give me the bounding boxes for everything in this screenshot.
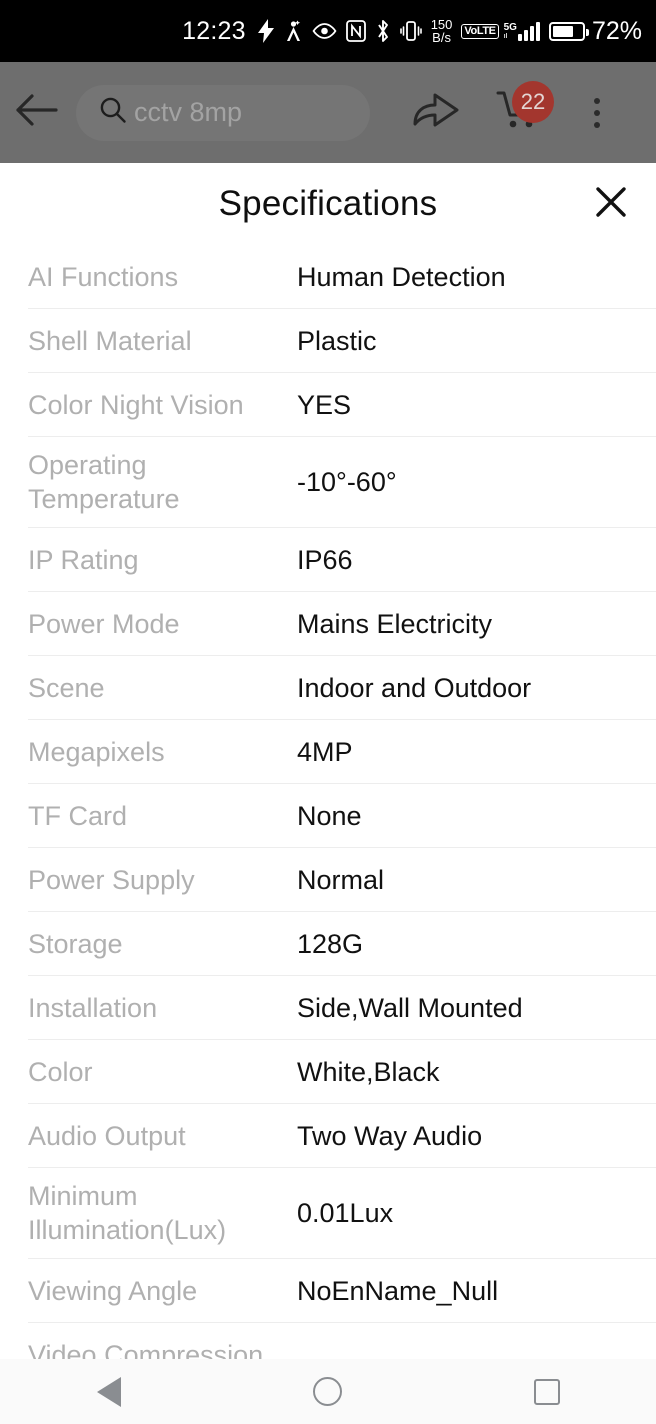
spec-row: Megapixels 4MP bbox=[28, 720, 656, 784]
back-button[interactable] bbox=[0, 93, 72, 132]
overflow-menu-button[interactable] bbox=[574, 97, 620, 128]
bluetooth-icon bbox=[375, 19, 391, 43]
vibrate-icon bbox=[399, 19, 422, 43]
nav-home-button[interactable] bbox=[273, 1359, 383, 1424]
circle-home-icon bbox=[313, 1377, 343, 1406]
spec-row: Power Supply Normal bbox=[28, 848, 656, 912]
spec-key: Video Compression bbox=[28, 1339, 264, 1360]
search-placeholder-text: cctv 8mp bbox=[134, 97, 243, 127]
spec-value: Plastic bbox=[297, 325, 377, 356]
spec-value: White,Black bbox=[297, 1056, 440, 1087]
square-recents-icon bbox=[533, 1378, 560, 1405]
spec-key: Color Night Vision bbox=[28, 389, 244, 420]
spec-value: NoEnName_Null bbox=[297, 1275, 499, 1306]
spec-row: Viewing Angle NoEnName_Null bbox=[28, 1259, 656, 1323]
spec-row: AI Functions Human Detection bbox=[28, 245, 656, 309]
status-time: 12:23 bbox=[182, 16, 246, 45]
app-toolbar: cctv 8mp 22 bbox=[0, 62, 656, 163]
specification-list: AI Functions Human Detection Shell Materia… bbox=[0, 245, 656, 1359]
spec-row: Storage 128G bbox=[28, 912, 656, 976]
battery-icon bbox=[548, 21, 589, 41]
signal-icon: 5G ıl bbox=[503, 21, 540, 41]
spec-row: Installation Side,Wall Mounted bbox=[28, 976, 656, 1040]
page-title: Specifications bbox=[218, 184, 438, 223]
spec-value: 0.01Lux bbox=[297, 1198, 394, 1228]
spec-row: Power Mode Mains Electricity bbox=[28, 592, 656, 656]
spec-key: Viewing Angle bbox=[28, 1275, 198, 1306]
spec-row: Audio Output Two Way Audio bbox=[28, 1104, 656, 1168]
nav-recents-button[interactable] bbox=[492, 1359, 602, 1424]
specifications-sheet: Specifications AI Functions Human Detecti… bbox=[0, 163, 656, 1359]
spec-key: TF Card bbox=[28, 800, 128, 831]
spec-row: Video Compression bbox=[28, 1323, 656, 1360]
share-button[interactable] bbox=[408, 89, 464, 136]
cart-badge: 22 bbox=[512, 81, 554, 123]
spec-key: Audio Output bbox=[28, 1120, 186, 1151]
spec-key: Minimum Illumination(Lux) bbox=[28, 1181, 227, 1245]
spec-row: IP Rating IP66 bbox=[28, 528, 656, 592]
spec-row: Color Night Vision YES bbox=[28, 373, 656, 437]
triangle-back-icon bbox=[97, 1376, 122, 1407]
flash-icon bbox=[257, 19, 275, 43]
data-rate-indicator: 150 B/s bbox=[431, 18, 453, 44]
spec-key: Scene bbox=[28, 672, 105, 703]
spec-value: Mains Electricity bbox=[297, 608, 493, 639]
battery-percent: 72% bbox=[591, 16, 642, 45]
search-input[interactable]: cctv 8mp bbox=[76, 84, 370, 141]
nfc-icon bbox=[345, 20, 366, 42]
spec-row: Scene Indoor and Outdoor bbox=[28, 656, 656, 720]
spec-key: Color bbox=[28, 1056, 93, 1087]
spec-row: TF Card None bbox=[28, 784, 656, 848]
share-icon bbox=[411, 89, 461, 136]
sheet-header: Specifications bbox=[0, 163, 656, 245]
spec-row: Operating Temperature -10°-60° bbox=[28, 437, 656, 528]
arrow-left-icon bbox=[14, 93, 58, 132]
spec-value: 128G bbox=[297, 928, 364, 959]
spec-key: Installation bbox=[28, 992, 158, 1023]
status-bar: 12:23 150 B/s VoLTE 5G ıl 72% bbox=[0, 0, 656, 62]
spec-value: Indoor and Outdoor bbox=[297, 672, 532, 703]
spec-key: Storage bbox=[28, 928, 123, 959]
spec-key: AI Functions bbox=[28, 261, 179, 292]
spec-key: Shell Material bbox=[28, 325, 192, 356]
spec-key: Megapixels bbox=[28, 736, 165, 767]
spec-key: Operating Temperature bbox=[28, 450, 180, 514]
spec-key: IP Rating bbox=[28, 544, 139, 575]
spec-key: Power Mode bbox=[28, 608, 180, 639]
close-button[interactable] bbox=[588, 181, 634, 227]
spec-value: -10°-60° bbox=[297, 467, 397, 497]
cart-button[interactable]: 22 bbox=[490, 81, 554, 136]
spec-value: None bbox=[297, 800, 362, 831]
volte-icon: VoLTE bbox=[461, 23, 499, 39]
spec-row: Shell Material Plastic bbox=[28, 309, 656, 373]
spec-value: Two Way Audio bbox=[297, 1120, 483, 1151]
spec-key: Power Supply bbox=[28, 864, 195, 895]
data-rate-unit: B/s bbox=[432, 30, 451, 45]
spec-row: Color White,Black bbox=[28, 1040, 656, 1104]
nav-back-button[interactable] bbox=[54, 1359, 164, 1424]
spec-row: Minimum Illumination(Lux) 0.01Lux bbox=[28, 1168, 656, 1259]
spec-value: IP66 bbox=[297, 544, 353, 575]
eye-icon bbox=[312, 23, 337, 39]
search-icon bbox=[98, 95, 128, 130]
spec-value: 4MP bbox=[297, 736, 353, 767]
spec-value: Normal bbox=[297, 864, 385, 895]
network-type-label: 5G bbox=[503, 21, 517, 33]
close-icon bbox=[593, 184, 629, 225]
more-vertical-icon bbox=[594, 97, 600, 128]
spec-value: Human Detection bbox=[297, 261, 506, 292]
spec-value: Side,Wall Mounted bbox=[297, 992, 523, 1023]
location-icon bbox=[284, 19, 303, 43]
android-nav-bar bbox=[0, 1359, 656, 1424]
spec-value: YES bbox=[297, 389, 352, 420]
